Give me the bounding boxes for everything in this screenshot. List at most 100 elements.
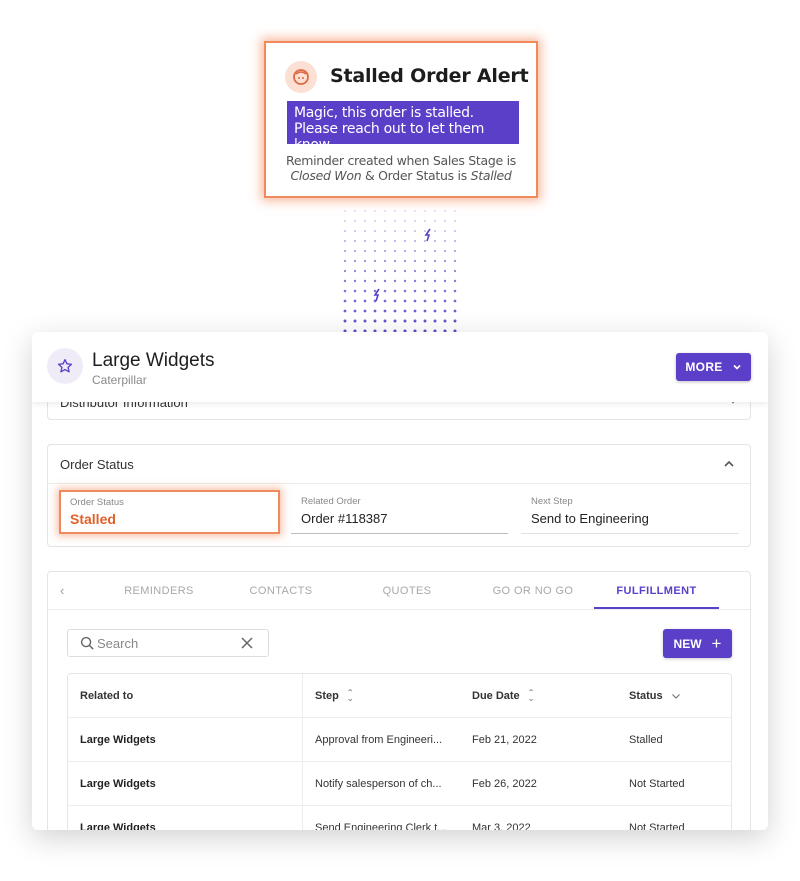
related-order-field[interactable]: Related Order Order #118387: [291, 490, 508, 534]
more-button[interactable]: MORE: [676, 353, 751, 381]
table-row[interactable]: Large Widgets Notify salesperson of ch..…: [68, 762, 731, 806]
table-row[interactable]: Large Widgets Send Engineering Clerk t..…: [68, 806, 731, 830]
search-input[interactable]: Search: [67, 629, 269, 657]
dot: [403, 289, 407, 293]
dot: [373, 269, 377, 273]
dot: [373, 319, 377, 323]
dot: [414, 230, 416, 232]
dot: [434, 220, 436, 222]
dot: [444, 230, 446, 232]
tab-fulfillment[interactable]: FULFILLMENT: [594, 585, 719, 597]
dot: [423, 319, 427, 323]
tab-reminders[interactable]: REMINDERS: [114, 585, 204, 597]
alert-title: Stalled Order Alert: [330, 65, 529, 87]
dot: [454, 230, 456, 232]
dot: [443, 249, 447, 253]
record-title: Large Widgets: [92, 350, 215, 371]
dot: [423, 259, 427, 263]
dot: [423, 289, 427, 293]
dot: [393, 319, 397, 323]
dot: [364, 220, 366, 222]
dot: [403, 279, 407, 283]
dot: [393, 259, 397, 263]
dot: [393, 269, 397, 273]
dot: [384, 210, 386, 212]
field-label: Next Step: [531, 496, 573, 507]
cell-related-to: Large Widgets: [80, 778, 156, 790]
dot: [383, 289, 387, 293]
dot: [363, 279, 367, 283]
dot: [393, 309, 397, 313]
cell-step: Send Engineering Clerk t...: [315, 822, 447, 830]
dot: [344, 210, 346, 212]
header-related-to: Related to: [80, 674, 133, 718]
dot: [344, 230, 346, 232]
order-status-field[interactable]: Order Status Stalled: [59, 490, 280, 534]
dot: [343, 249, 347, 253]
alert-note: Reminder created when Sales Stage is Clo…: [266, 153, 536, 183]
dot: [404, 230, 406, 232]
dot: [413, 279, 417, 283]
dot: [403, 249, 407, 253]
dot: [353, 309, 357, 313]
record-header: Large Widgets Caterpillar MORE: [32, 332, 768, 402]
dot: [433, 279, 437, 283]
dot: [443, 309, 447, 313]
dot: [383, 269, 387, 273]
table-header-row: Related to Step ⌃ ⌄ Due Date ⌃ ⌄ Status: [68, 674, 731, 718]
table-row[interactable]: Large Widgets Approval from Engineeri...…: [68, 718, 731, 762]
dot: [434, 210, 436, 212]
dot: [434, 240, 436, 242]
dot: [383, 279, 387, 283]
dot: [373, 259, 377, 263]
field-value: Send to Engineering: [531, 511, 649, 526]
cell-due-date: Mar 3, 2022: [472, 822, 531, 830]
dot: [454, 220, 456, 222]
chevron-up-icon[interactable]: [722, 457, 736, 471]
tab-quotes[interactable]: QUOTES: [362, 585, 452, 597]
tab-go-or-no-go[interactable]: GO OR NO GO: [478, 585, 588, 597]
dot: [403, 269, 407, 273]
header-step[interactable]: Step ⌃ ⌄: [315, 674, 354, 718]
dot: [404, 220, 406, 222]
field-value: Order #118387: [301, 511, 388, 526]
related-tabs-panel: ‹ REMINDERS CONTACTS QUOTES GO OR NO GO …: [47, 571, 751, 830]
dot: [413, 259, 417, 263]
close-icon[interactable]: [240, 636, 254, 650]
dot: [433, 269, 437, 273]
next-step-field[interactable]: Next Step Send to Engineering: [521, 490, 739, 534]
cell-step: Approval from Engineeri...: [315, 734, 443, 746]
dot: [373, 309, 377, 313]
sort-icon: ⌃ ⌄: [346, 688, 354, 703]
new-button[interactable]: NEW +: [663, 629, 732, 658]
cell-related-to: Large Widgets: [80, 734, 156, 746]
header-status[interactable]: Status: [629, 674, 681, 718]
dot: [343, 279, 347, 283]
dot: [384, 240, 386, 242]
face-icon: [285, 61, 317, 93]
more-label: MORE: [685, 360, 723, 374]
favorite-button[interactable]: [47, 348, 83, 384]
chevron-down-icon: [733, 364, 741, 370]
dot: [393, 279, 397, 283]
cell-related-to: Large Widgets: [80, 822, 156, 830]
cell-status: Not Started: [629, 822, 685, 830]
tab-contacts[interactable]: CONTACTS: [236, 585, 326, 597]
dot: [414, 210, 416, 212]
dot: [433, 319, 437, 323]
dot: [423, 279, 427, 283]
dot: [364, 210, 366, 212]
tab-bar: ‹ REMINDERS CONTACTS QUOTES GO OR NO GO …: [48, 572, 750, 610]
fulfillment-table: Related to Step ⌃ ⌄ Due Date ⌃ ⌄ Status Larg…: [67, 673, 732, 830]
dot: [453, 249, 457, 253]
chevron-left-icon[interactable]: ‹: [60, 583, 64, 598]
divider: [48, 483, 750, 484]
dot: [374, 220, 376, 222]
header-due-date[interactable]: Due Date ⌃ ⌄: [472, 674, 534, 718]
sort-icon: ⌃ ⌄: [527, 688, 535, 703]
header-label: Due Date: [472, 690, 520, 702]
dot: [433, 249, 437, 253]
alert-note-line2: Closed Won & Order Status is Stalled: [266, 168, 536, 183]
dot: [364, 240, 366, 242]
dot: [394, 210, 396, 212]
